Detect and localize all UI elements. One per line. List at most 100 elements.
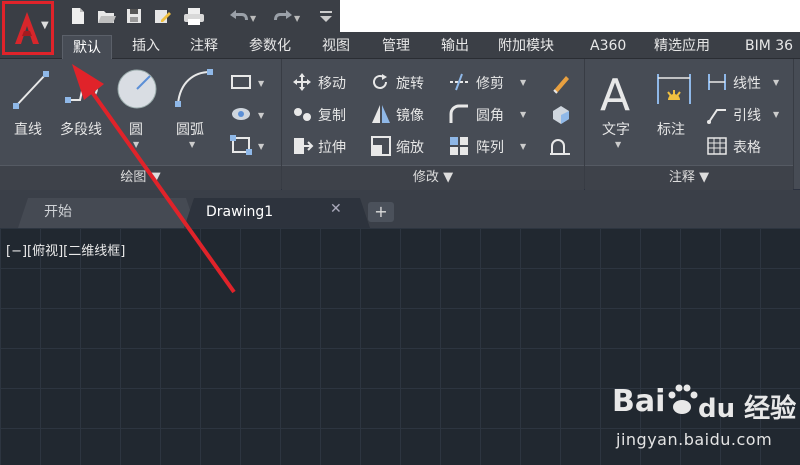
tab-featured-apps[interactable]: 精选应用 [654, 34, 710, 58]
circle-label[interactable]: 圆 [129, 119, 143, 139]
viewport-controls[interactable]: [−][俯视][二维线框] [6, 240, 125, 259]
draw-panel-title[interactable]: 绘图 ▼ [0, 165, 281, 190]
svg-text:▼: ▼ [258, 111, 265, 120]
open-icon[interactable] [96, 6, 116, 26]
scale-label[interactable]: 缩放 [396, 137, 424, 157]
svg-text:▼: ▼ [294, 14, 301, 23]
stretch-icon[interactable] [292, 135, 314, 157]
tab-addins[interactable]: 附加模块 [498, 34, 554, 58]
explode-icon[interactable] [550, 103, 572, 125]
chevron-down-icon[interactable]: ▼ [133, 140, 139, 149]
redo-icon[interactable]: ▼ [272, 6, 302, 26]
rectangle-icon[interactable]: ▼ [230, 72, 266, 92]
tab-insert[interactable]: 插入 [132, 34, 160, 58]
dimension-icon[interactable] [654, 70, 694, 110]
save-icon[interactable] [124, 6, 144, 26]
arc-icon[interactable] [172, 66, 216, 110]
modify-panel-title[interactable]: 修改 ▼ [282, 165, 584, 190]
close-icon[interactable]: ✕ [330, 201, 342, 217]
table-label[interactable]: 表格 [733, 137, 761, 157]
title-area [340, 0, 800, 32]
fillet-label[interactable]: 圆角 [476, 105, 504, 125]
dimension-label[interactable]: 标注 [657, 119, 685, 139]
chevron-down-icon[interactable]: ▼ [773, 110, 779, 119]
offset-icon[interactable] [548, 134, 572, 158]
chevron-down-icon: ▼ [699, 170, 710, 185]
erase-icon[interactable] [550, 70, 572, 94]
copy-icon[interactable] [292, 104, 314, 124]
watermark-url: jingyan.baidu.com [616, 430, 773, 449]
tab-view[interactable]: 视图 [322, 34, 350, 58]
rotate-label[interactable]: 旋转 [396, 73, 424, 93]
hatch-icon[interactable]: ▼ [230, 104, 266, 124]
tab-bim360[interactable]: BIM 36 [745, 34, 793, 58]
stretch-label[interactable]: 拉伸 [318, 137, 346, 157]
annotation-panel-title-text: 注释 [668, 170, 695, 185]
tab-a360[interactable]: A360 [590, 34, 626, 58]
trim-label[interactable]: 修剪 [476, 73, 504, 93]
text-label[interactable]: 文字 [602, 119, 630, 139]
saveas-icon[interactable] [152, 6, 172, 26]
modify-panel-title-text: 修改 [412, 170, 439, 185]
boundary-icon[interactable]: ▼ [230, 134, 266, 156]
baidu-paw-icon: Bai [612, 384, 698, 419]
chevron-down-icon[interactable]: ▼ [615, 140, 621, 149]
tab-drawing1[interactable]: Drawing1 [206, 196, 273, 228]
svg-text:A: A [600, 70, 630, 116]
text-icon[interactable]: A [598, 70, 638, 116]
svg-text:▼: ▼ [258, 142, 265, 151]
draw-panel-title-text: 绘图 [120, 170, 147, 185]
undo-icon[interactable]: ▼ [226, 6, 256, 26]
trim-icon[interactable] [448, 72, 472, 92]
chevron-down-icon[interactable]: ▼ [520, 110, 526, 119]
chevron-down-icon: ▼ [150, 170, 161, 185]
move-label[interactable]: 移动 [318, 73, 346, 93]
copy-label[interactable]: 复制 [318, 105, 346, 125]
tab-start[interactable]: 开始 [44, 196, 72, 228]
svg-text:▼: ▼ [258, 79, 265, 88]
polyline-label[interactable]: 多段线 [60, 119, 102, 139]
mirror-label[interactable]: 镜像 [396, 105, 424, 125]
tab-default[interactable]: 默认 [62, 35, 112, 60]
linear-icon[interactable] [706, 72, 728, 92]
svg-text:Bai: Bai [612, 384, 665, 419]
plus-icon: + [374, 202, 388, 221]
autocad-window: ▼ ▼ ▼ 默认 插入 注释 参数化 视图 管理 输出 附加模块 A360 精选… [0, 0, 800, 465]
chevron-down-icon: ▼ [443, 170, 454, 185]
chevron-down-icon[interactable]: ▼ [189, 140, 195, 149]
line-icon[interactable] [12, 68, 52, 112]
rotate-icon[interactable] [370, 72, 390, 92]
doc-tab-shapes [18, 198, 370, 228]
chevron-down-icon: ▼ [41, 20, 49, 31]
leader-label[interactable]: 引线 [733, 105, 761, 125]
chevron-down-icon[interactable]: ▼ [520, 142, 526, 151]
move-icon[interactable] [292, 72, 312, 92]
scale-icon[interactable] [370, 135, 392, 157]
array-icon[interactable] [448, 135, 470, 157]
autocad-logo-icon [15, 12, 39, 44]
svg-text:▼: ▼ [250, 14, 256, 23]
new-icon[interactable] [68, 6, 88, 26]
arc-label[interactable]: 圆弧 [176, 119, 204, 139]
tab-parametric[interactable]: 参数化 [249, 34, 291, 58]
polyline-icon[interactable] [62, 70, 106, 110]
line-label[interactable]: 直线 [14, 119, 42, 139]
tab-annotate[interactable]: 注释 [190, 34, 218, 58]
linear-label[interactable]: 线性 [733, 73, 761, 93]
array-label[interactable]: 阵列 [476, 137, 504, 157]
chevron-down-icon[interactable]: ▼ [520, 78, 526, 87]
tab-manage[interactable]: 管理 [382, 34, 410, 58]
tab-output[interactable]: 输出 [441, 34, 469, 58]
circle-icon[interactable] [116, 68, 158, 110]
application-menu-button[interactable]: ▼ [2, 1, 54, 55]
leader-icon[interactable] [706, 104, 728, 124]
table-icon[interactable] [706, 136, 728, 156]
watermark-brand: du 经验 [698, 394, 797, 424]
annotation-panel-title[interactable]: 注释 ▼ [585, 165, 793, 190]
fillet-icon[interactable] [448, 103, 470, 125]
customize-icon[interactable] [316, 6, 336, 26]
mirror-icon[interactable] [370, 103, 392, 125]
chevron-down-icon[interactable]: ▼ [773, 78, 779, 87]
print-icon[interactable] [182, 6, 206, 26]
new-tab-button[interactable]: + [368, 202, 394, 222]
